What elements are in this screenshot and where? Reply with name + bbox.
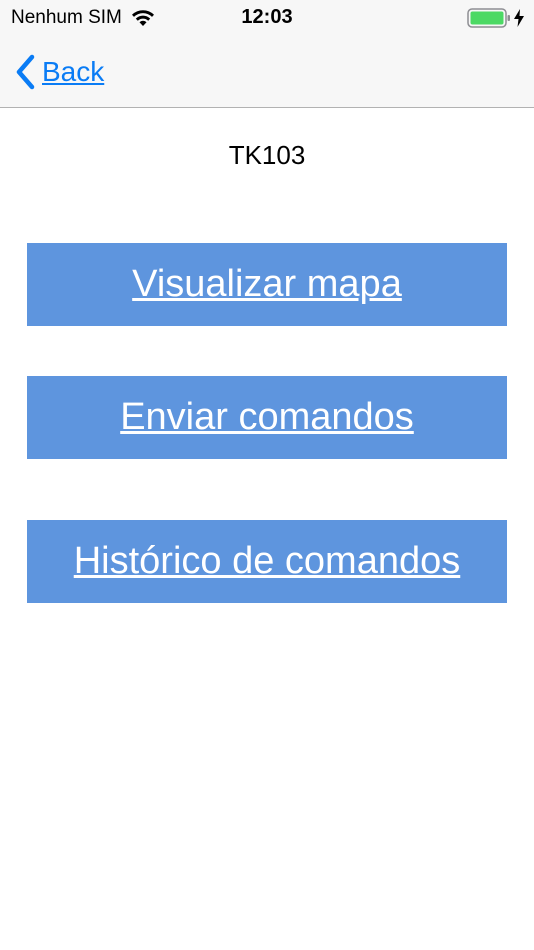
back-button[interactable]: Back: [14, 52, 104, 92]
view-map-button[interactable]: Visualizar mapa: [27, 243, 507, 326]
command-history-button[interactable]: Histórico de comandos: [27, 520, 507, 603]
back-label: Back: [42, 56, 105, 87]
battery-icon: [467, 8, 511, 28]
chevron-left-icon: [14, 54, 36, 90]
navigation-bar: Back: [0, 34, 534, 108]
battery-indicator: [467, 8, 524, 28]
send-commands-button[interactable]: Enviar comandos: [27, 376, 507, 459]
app-screen: Nenhum SIM 12:03 Back TK103 Visualizar m…: [0, 0, 534, 950]
status-bar: Nenhum SIM 12:03: [0, 0, 534, 34]
bolt-icon: [514, 9, 524, 27]
device-title: TK103: [228, 140, 306, 170]
status-time: 12:03: [241, 6, 293, 28]
